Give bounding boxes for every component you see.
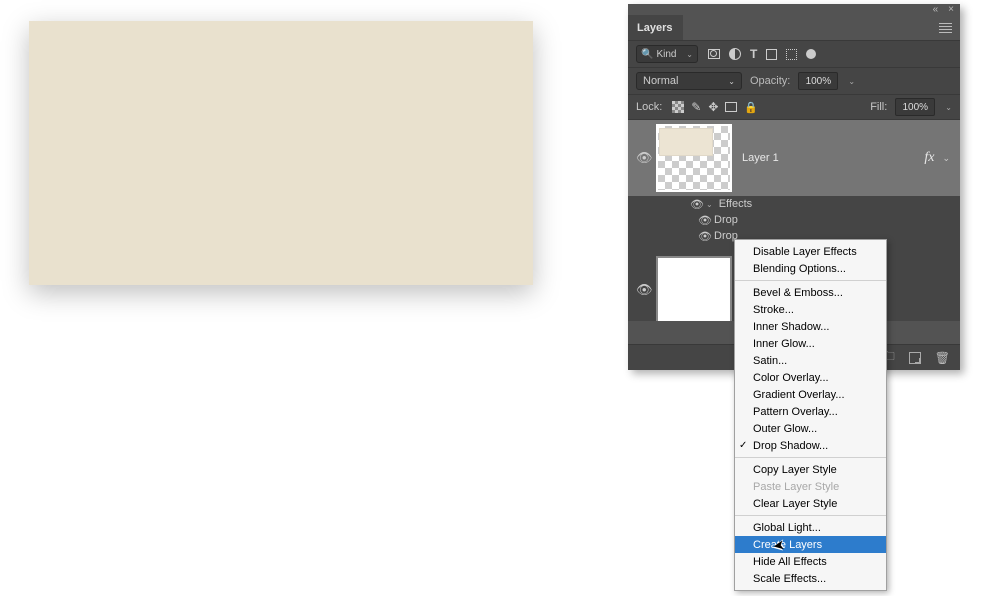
layer-item-selected[interactable]: 👁 Layer 1 fx ⌄ (628, 120, 960, 196)
effect-item[interactable]: 👁 Drop (690, 212, 960, 228)
lock-transparency-icon[interactable] (672, 101, 684, 113)
menu-create-layers[interactable]: Create Layers (735, 536, 886, 553)
menu-global-light[interactable]: Global Light... (735, 519, 886, 536)
menu-drop-shadow[interactable]: Drop Shadow... (735, 437, 886, 454)
effects-group: 👁 ⌄ Effects 👁 Drop 👁 Drop (628, 196, 960, 244)
delete-layer-icon[interactable] (935, 351, 950, 365)
menu-disable-layer-effects[interactable]: Disable Layer Effects (735, 243, 886, 260)
layer-thumbnail[interactable] (656, 256, 732, 321)
fx-indicator[interactable]: fx (924, 150, 934, 166)
filter-toggle-icon[interactable] (806, 49, 816, 59)
panel-tab-row: Layers (628, 15, 960, 40)
visibility-icon[interactable]: 👁 (698, 214, 710, 227)
menu-hide-all-effects[interactable]: Hide All Effects (735, 553, 886, 570)
fx-context-menu: Disable Layer EffectsBlending Options...… (734, 239, 887, 591)
close-icon[interactable]: × (948, 5, 954, 15)
chevron-down-icon: ⌄ (728, 77, 735, 86)
blend-mode-dropdown[interactable]: Normal ⌄ (636, 72, 742, 90)
visibility-icon[interactable]: 👁 (690, 198, 702, 211)
chevron-down-icon: ⌄ (706, 200, 713, 209)
filter-row: 🔍 Kind ⌄ T (628, 40, 960, 67)
menu-pattern-overlay[interactable]: Pattern Overlay... (735, 403, 886, 420)
visibility-icon[interactable]: 👁 (698, 230, 710, 243)
new-layer-icon[interactable] (909, 352, 921, 364)
chevron-down-icon[interactable]: ⌄ (848, 77, 855, 86)
visibility-icon[interactable]: 👁 (636, 282, 652, 298)
blend-mode-value: Normal (643, 75, 678, 87)
menu-blending-options[interactable]: Blending Options... (735, 260, 886, 277)
menu-scale-effects[interactable]: Scale Effects... (735, 570, 886, 587)
chevron-down-icon[interactable]: ⌄ (945, 103, 952, 112)
menu-gradient-overlay[interactable]: Gradient Overlay... (735, 386, 886, 403)
document-canvas[interactable] (29, 21, 533, 285)
layers-tab[interactable]: Layers (628, 15, 683, 40)
fill-value-field[interactable]: 100% (895, 98, 935, 116)
filter-kind-label: Kind (656, 49, 676, 60)
lock-image-icon[interactable] (691, 100, 701, 114)
chevron-down-icon: ⌄ (686, 50, 693, 59)
panel-system-bar: « × (628, 4, 960, 15)
menu-stroke[interactable]: Stroke... (735, 301, 886, 318)
layer-name[interactable]: Layer 1 (742, 152, 779, 164)
effects-label: Effects (719, 198, 752, 210)
filter-smartobject-icon[interactable] (786, 49, 797, 60)
layer-thumbnail[interactable] (656, 124, 732, 192)
effects-heading[interactable]: 👁 ⌄ Effects (690, 196, 960, 212)
menu-clear-layer-style[interactable]: Clear Layer Style (735, 495, 886, 512)
visibility-icon[interactable]: 👁 (636, 150, 652, 166)
search-icon: 🔍 (641, 49, 653, 60)
lock-all-icon[interactable] (744, 100, 758, 114)
filter-shape-icon[interactable] (766, 49, 777, 60)
filter-pixel-icon[interactable] (708, 49, 720, 59)
filter-type-icon[interactable]: T (750, 47, 757, 61)
menu-bevel-emboss[interactable]: Bevel & Emboss... (735, 284, 886, 301)
menu-color-overlay[interactable]: Color Overlay... (735, 369, 886, 386)
lock-position-icon[interactable] (708, 100, 718, 114)
blend-row: Normal ⌄ Opacity: 100% ⌄ (628, 67, 960, 94)
opacity-label: Opacity: (750, 75, 790, 87)
filter-kind-dropdown[interactable]: 🔍 Kind ⌄ (636, 45, 698, 63)
effect-name: Drop (714, 214, 738, 226)
lock-row: Lock: Fill: 100% ⌄ (628, 94, 960, 120)
filter-adjustment-icon[interactable] (729, 48, 741, 60)
fill-label: Fill: (870, 101, 887, 113)
panel-menu-icon[interactable] (936, 15, 960, 40)
menu-satin[interactable]: Satin... (735, 352, 886, 369)
menu-outer-glow[interactable]: Outer Glow... (735, 420, 886, 437)
chevron-down-icon[interactable]: ⌄ (942, 153, 950, 164)
menu-copy-layer-style[interactable]: Copy Layer Style (735, 461, 886, 478)
collapse-icon[interactable]: « (933, 5, 939, 15)
menu-inner-shadow[interactable]: Inner Shadow... (735, 318, 886, 335)
opacity-value-field[interactable]: 100% (798, 72, 838, 90)
lock-label: Lock: (636, 101, 662, 113)
lock-artboard-icon[interactable] (725, 102, 737, 112)
menu-inner-glow[interactable]: Inner Glow... (735, 335, 886, 352)
menu-paste-layer-style: Paste Layer Style (735, 478, 886, 495)
